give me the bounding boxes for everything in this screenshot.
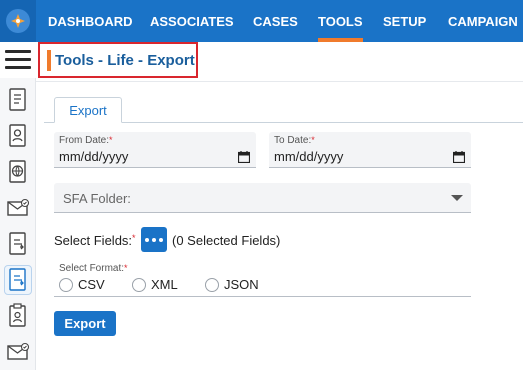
radio-csv-label: CSV xyxy=(78,277,105,292)
more-dots-icon xyxy=(159,237,163,242)
app-logo[interactable] xyxy=(0,0,36,42)
required-mark: * xyxy=(132,233,136,243)
radio-json-label: JSON xyxy=(224,277,259,292)
radio-xml[interactable]: XML xyxy=(132,277,187,292)
radio-button[interactable] xyxy=(132,278,146,292)
from-date-field[interactable]: From Date:* mm/dd/yyyy xyxy=(54,132,256,168)
calendar-icon[interactable] xyxy=(237,150,251,164)
nav-setup[interactable]: SETUP xyxy=(383,0,426,42)
sfa-folder-label: SFA Folder: xyxy=(63,191,131,206)
nav-dashboard[interactable]: DASHBOARD xyxy=(48,0,133,42)
select-fields-label-text: Select Fields: xyxy=(54,233,133,248)
from-date-label: From Date:* xyxy=(59,135,113,146)
globe-document-icon[interactable] xyxy=(5,158,31,186)
contact-card-icon[interactable] xyxy=(5,122,31,150)
document-export-active-icon[interactable] xyxy=(4,265,32,295)
top-navigation-bar: DASHBOARD ASSOCIATES CASES TOOLS SETUP C… xyxy=(0,0,523,42)
calendar-icon[interactable] xyxy=(452,150,466,164)
document-icon[interactable] xyxy=(5,86,31,114)
more-dots-icon xyxy=(152,237,156,242)
radio-json[interactable]: JSON xyxy=(205,277,265,292)
breadcrumb: Tools - Life - Export xyxy=(38,42,198,78)
select-format-label: Select Format:* xyxy=(59,263,128,274)
nav-tools[interactable]: TOOLS xyxy=(318,0,363,42)
nav-campaign[interactable]: CAMPAIGN xyxy=(448,0,518,42)
required-mark: * xyxy=(124,263,128,273)
selected-fields-count: (0 Selected Fields) xyxy=(172,233,281,248)
page-title: Tools - Life - Export xyxy=(55,52,195,69)
to-date-label: To Date:* xyxy=(274,135,315,146)
to-date-label-text: To Date: xyxy=(274,135,312,146)
more-dots-icon xyxy=(145,237,149,242)
tab-export[interactable]: Export xyxy=(54,97,122,123)
mail-check-icon[interactable] xyxy=(5,338,31,366)
from-date-label-text: From Date: xyxy=(59,135,110,146)
select-fields-label: Select Fields:* xyxy=(54,233,136,248)
hamburger-menu-icon[interactable] xyxy=(4,48,32,72)
nav-cases[interactable]: CASES xyxy=(253,0,298,42)
nav-associates[interactable]: ASSOCIATES xyxy=(150,0,234,42)
select-format-group: Select Format:* CSV XML JSON xyxy=(54,260,471,297)
left-sidebar xyxy=(0,78,36,370)
radio-csv[interactable]: CSV xyxy=(59,277,114,292)
title-accent-bar xyxy=(47,50,51,71)
sfa-folder-select[interactable]: SFA Folder: xyxy=(54,183,471,213)
radio-button[interactable] xyxy=(59,278,73,292)
required-mark: * xyxy=(311,135,315,145)
to-date-input[interactable]: mm/dd/yyyy xyxy=(274,149,343,164)
radio-xml-label: XML xyxy=(151,277,178,292)
to-date-field[interactable]: To Date:* mm/dd/yyyy xyxy=(269,132,471,168)
select-format-label-text: Select Format: xyxy=(59,263,125,274)
from-date-input[interactable]: mm/dd/yyyy xyxy=(59,149,128,164)
export-button[interactable]: Export xyxy=(54,311,116,336)
clipboard-icon[interactable] xyxy=(5,302,31,330)
mail-check-icon[interactable] xyxy=(5,194,31,222)
logo-icon xyxy=(6,9,30,33)
radio-button[interactable] xyxy=(205,278,219,292)
chevron-down-icon[interactable] xyxy=(451,195,463,201)
document-export-icon[interactable] xyxy=(5,230,31,258)
select-fields-button[interactable] xyxy=(141,227,167,252)
required-mark: * xyxy=(109,135,113,145)
